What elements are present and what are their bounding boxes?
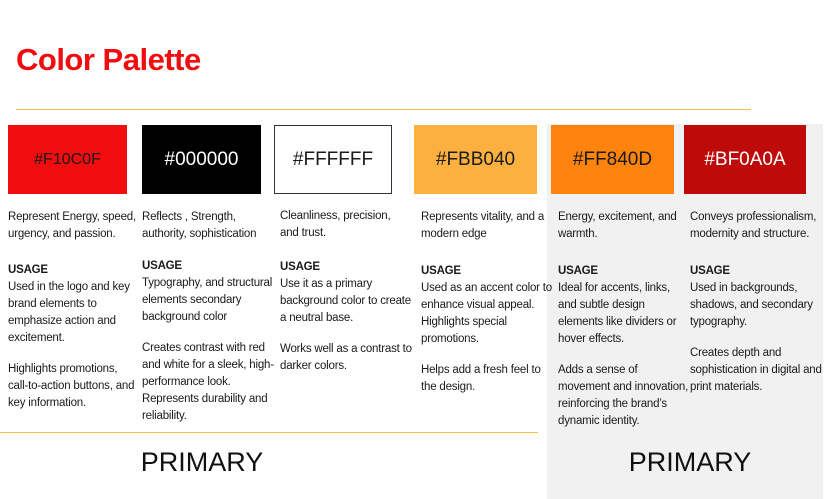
usage-label: USAGE: [690, 265, 730, 277]
usage-text: Highlights special promotions.: [421, 316, 507, 345]
color-description-column: Cleanliness, precision, and trust.: [280, 208, 412, 256]
hex-code: #FFFFFF: [292, 148, 374, 170]
color-swatch: #FF840D: [551, 125, 674, 194]
usage-label: USAGE: [558, 265, 598, 277]
usage-label: USAGE: [421, 265, 461, 277]
usage-section: USAGE Use it as a primary background colo…: [280, 259, 412, 389]
color-swatch: #FFFFFF: [274, 125, 392, 194]
color-swatch: #F10C0F: [8, 125, 127, 194]
usage-label: USAGE: [280, 261, 320, 273]
color-swatch: #000000: [142, 125, 261, 194]
color-swatch: #FBB040: [414, 125, 537, 194]
usage-text: Works well as a contrast to darker color…: [280, 343, 412, 372]
hex-code: #FF840D: [572, 148, 653, 170]
color-description-column: Reflects , Strength, authority, sophisti…: [142, 209, 274, 257]
hex-code: #FBB040: [435, 148, 516, 170]
color-description: Conveys professionalism, modernity and s…: [690, 211, 817, 240]
usage-text: Highlights promotions, call-to-action bu…: [8, 363, 135, 409]
usage-section: USAGE Used as an accent color to enhance …: [421, 263, 553, 410]
page-title: Color Palette: [16, 42, 201, 77]
color-description: Represents vitality, and a modern edge: [421, 211, 545, 240]
divider-top: [16, 109, 751, 110]
hex-code: #000000: [164, 148, 239, 170]
color-description: Represent Energy, speed, urgency, and pa…: [8, 211, 136, 240]
usage-text: Use it as a primary background color to …: [280, 278, 411, 324]
usage-section: USAGE Used in backgrounds, shadows, and s…: [690, 263, 822, 410]
group-label-primary-1: PRIMARY: [140, 447, 264, 477]
color-description-column: Represent Energy, speed, urgency, and pa…: [8, 209, 140, 257]
hex-code: #BF0A0A: [704, 148, 786, 170]
usage-section: USAGE Ideal for accents, links, and subtl…: [558, 263, 690, 444]
usage-text: Creates depth and sophistication in digi…: [690, 347, 822, 393]
group-label-primary-2: PRIMARY: [628, 447, 752, 477]
usage-text: Creates contrast with red and white for …: [142, 342, 274, 422]
usage-section: USAGE Used in the logo and key brand elem…: [8, 262, 140, 426]
color-description-column: Energy, excitement, and warmth.: [558, 209, 690, 257]
usage-text: Adds a sense of movement and innovation,…: [558, 364, 689, 427]
usage-text: Used in the logo and key brand elements …: [8, 281, 130, 344]
usage-text: Used as an accent color to enhance visua…: [421, 282, 552, 311]
hex-code: #F10C0F: [34, 150, 101, 168]
color-description-column: Conveys professionalism, modernity and s…: [690, 209, 822, 257]
usage-label: USAGE: [142, 260, 182, 272]
usage-text: Typography, and structural elements seco…: [142, 277, 273, 323]
color-palette-page: Color Palette #F10C0F Represent Energy, s…: [0, 0, 835, 499]
usage-text: Ideal for accents, links, and subtle des…: [558, 282, 677, 345]
color-description-column: Represents vitality, and a modern edge: [421, 209, 553, 257]
color-swatch: #BF0A0A: [684, 125, 806, 194]
color-description: Cleanliness, precision, and trust.: [280, 210, 391, 239]
color-description: Reflects , Strength, authority, sophisti…: [142, 211, 257, 240]
usage-text: Used in backgrounds, shadows, and second…: [690, 282, 813, 328]
color-description: Energy, excitement, and warmth.: [558, 211, 677, 240]
usage-label: USAGE: [8, 264, 48, 276]
usage-section: USAGE Typography, and structural elements…: [142, 258, 274, 439]
usage-text: Helps add a fresh feel to the design.: [421, 364, 541, 393]
